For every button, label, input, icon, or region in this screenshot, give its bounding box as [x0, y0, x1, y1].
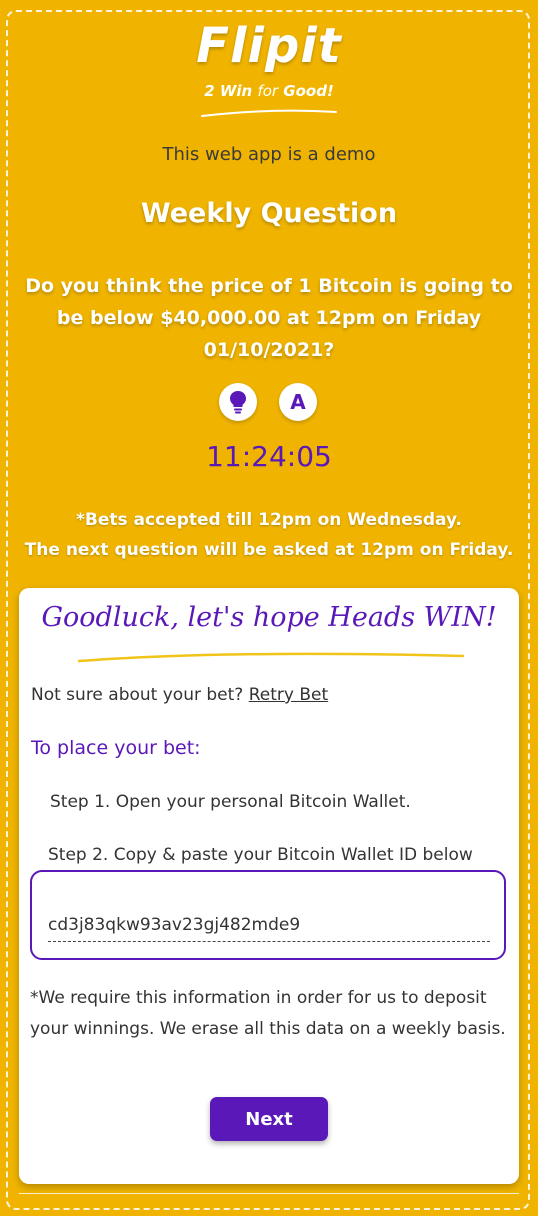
step-1-text: Step 1. Open your personal Bitcoin Walle… [50, 792, 411, 812]
a-icon: A [290, 390, 306, 414]
app-logo-title: Flipit [196, 18, 342, 74]
bet-notes: *Bets accepted till 12pm on Wednesday. T… [0, 505, 538, 565]
weekly-question-text: Do you think the price of 1 Bitcoin is g… [25, 275, 513, 361]
hint-button[interactable] [219, 383, 257, 421]
goodluck-heading: Goodluck, let's hope Heads WIN! [41, 602, 497, 633]
goodluck-underline [77, 652, 465, 663]
weekly-question-title: Weekly Question [140, 198, 398, 229]
place-bet-title: To place your bet: [31, 737, 201, 759]
retry-line: Not sure about your bet? Retry Bet [31, 685, 328, 705]
retry-bet-link[interactable]: Retry Bet [249, 685, 328, 705]
bet-card: Goodluck, let's hope Heads WIN! Not sure… [19, 588, 519, 1184]
next-question-note: The next question will be asked at 12pm … [24, 540, 514, 560]
answer-button[interactable]: A [279, 383, 317, 421]
bet-deadline-note: *Bets accepted till 12pm on Wednesday. [76, 510, 462, 530]
logo-underline [201, 109, 337, 117]
tagline-prefix: 2 Win [204, 82, 258, 100]
lightbulb-icon [230, 391, 246, 414]
tagline-for: for [257, 82, 279, 100]
bottom-divider [19, 1193, 519, 1194]
step-2-text: Step 2. Copy & paste your Bitcoin Wallet… [48, 840, 484, 870]
demo-notice: This web app is a demo [162, 144, 376, 165]
app-tagline: 2 Win for Good! [0, 82, 538, 100]
next-button[interactable]: Next [210, 1097, 328, 1141]
wallet-id-input[interactable] [48, 909, 490, 942]
tagline-suffix: Good! [278, 82, 334, 100]
data-disclaimer: *We require this information in order fo… [30, 988, 506, 1039]
retry-prompt: Not sure about your bet? [31, 685, 249, 705]
countdown-timer: 11:24:05 [206, 440, 332, 473]
